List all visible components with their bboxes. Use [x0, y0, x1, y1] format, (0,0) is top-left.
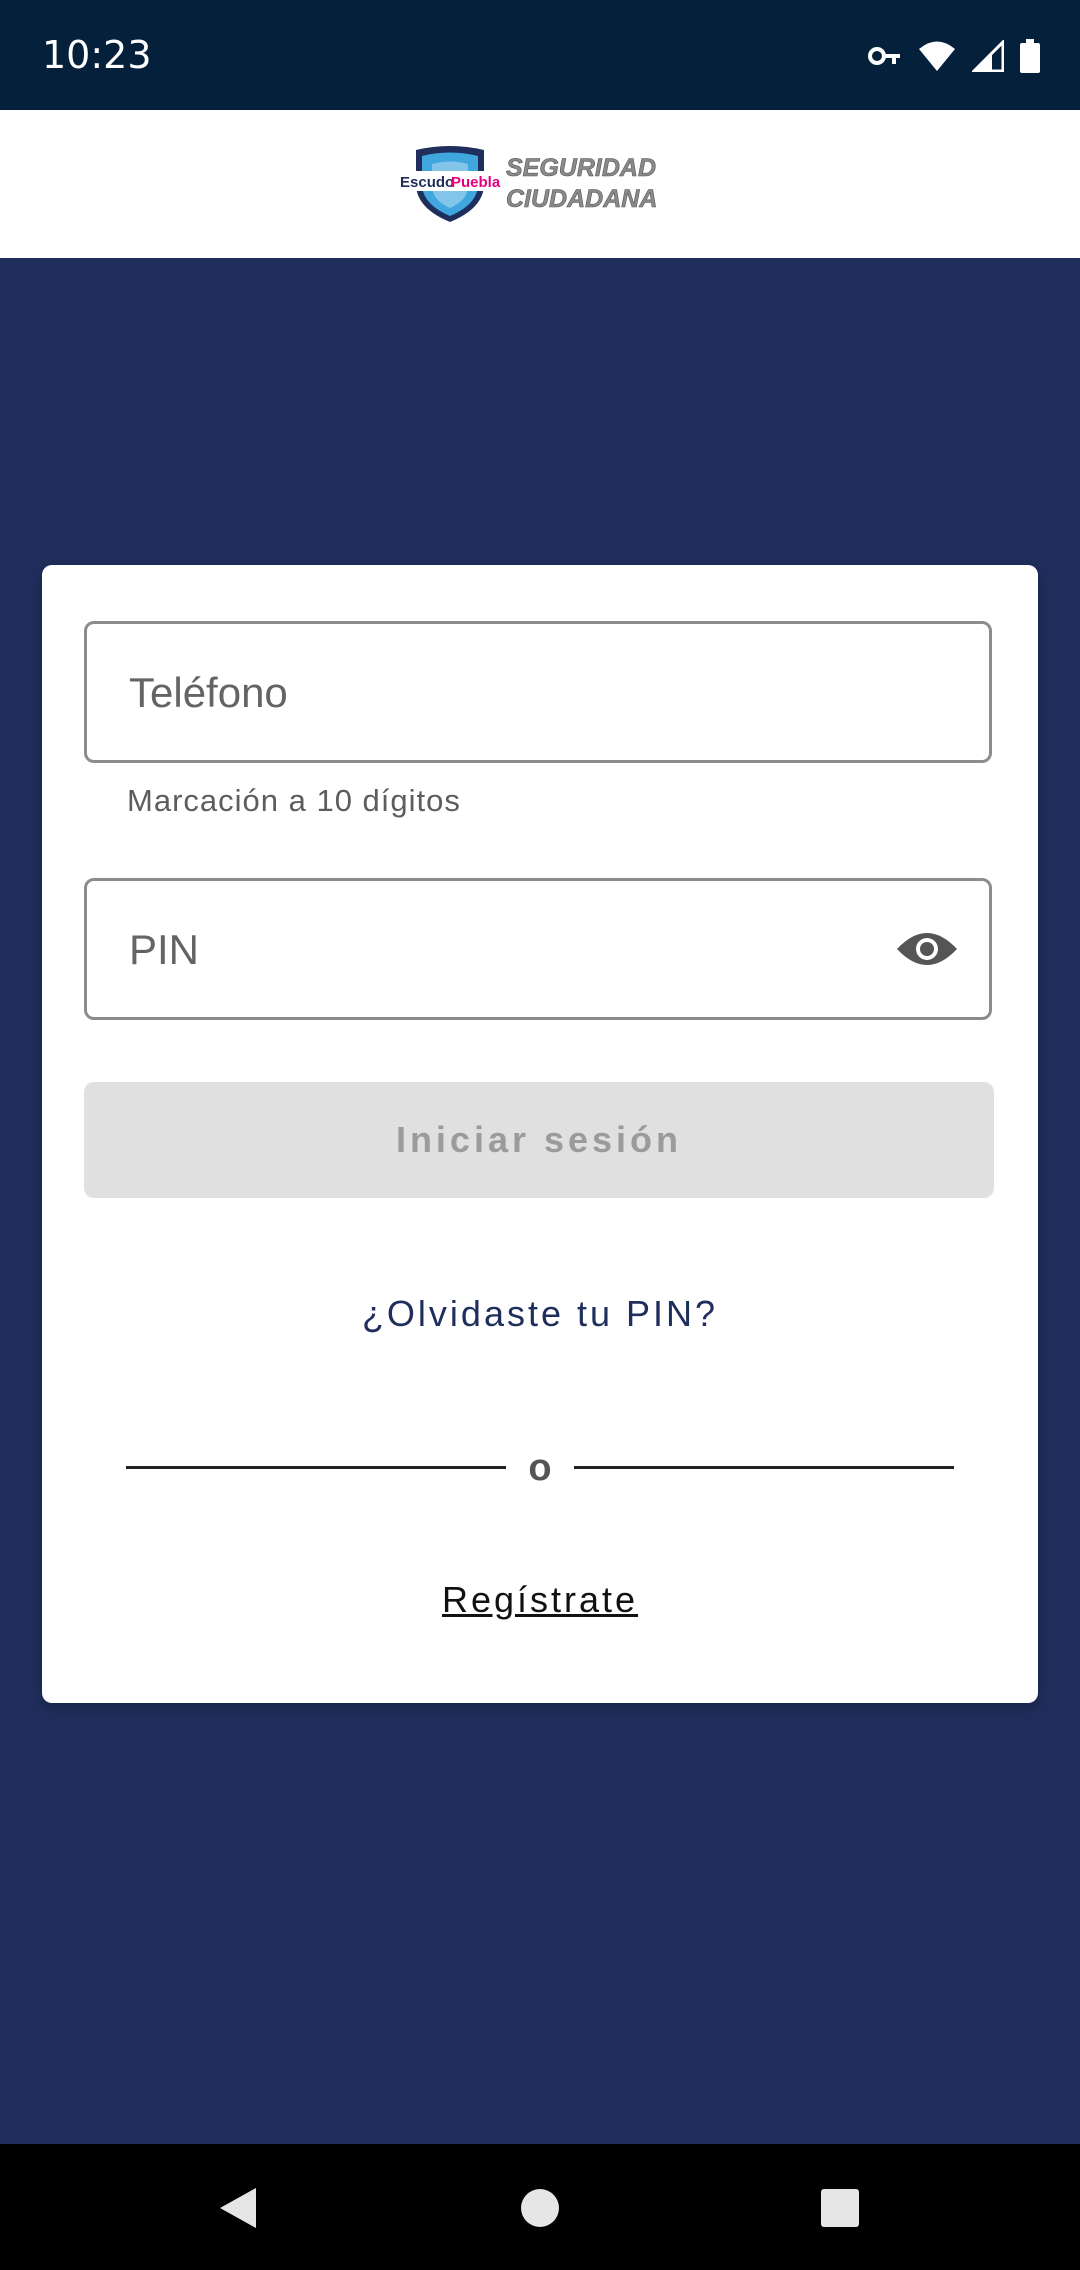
- svg-text:Puebla: Puebla: [451, 174, 501, 191]
- back-icon[interactable]: [216, 2186, 260, 2230]
- app-header: Escudo Puebla SEGURIDAD CIUDADANA: [0, 110, 1080, 258]
- login-button[interactable]: Iniciar sesión: [84, 1082, 994, 1198]
- home-icon[interactable]: [518, 2186, 562, 2230]
- battery-icon: [1020, 39, 1040, 73]
- escudo-puebla-logo: Escudo Puebla SEGURIDAD CIUDADANA: [398, 144, 678, 229]
- forgot-pin-link[interactable]: ¿Olvidaste tu PIN?: [42, 1293, 1038, 1335]
- divider-text: o: [528, 1447, 552, 1489]
- phone-field[interactable]: [84, 621, 992, 763]
- pin-field[interactable]: [84, 878, 992, 1020]
- phone-input[interactable]: [127, 624, 911, 762]
- svg-text:SEGURIDAD: SEGURIDAD: [506, 154, 656, 182]
- key-icon: [868, 45, 902, 67]
- pin-input[interactable]: [127, 881, 911, 1019]
- recents-icon[interactable]: [818, 2186, 862, 2230]
- svg-text:Escudo: Escudo: [400, 174, 454, 191]
- divider-left: [126, 1466, 506, 1469]
- divider-right: [574, 1466, 954, 1469]
- eye-icon[interactable]: [895, 925, 959, 973]
- register-link[interactable]: Regístrate: [42, 1579, 1038, 1621]
- phone-helper-text: Marcación a 10 dígitos: [127, 783, 461, 818]
- navigation-bar: [0, 2144, 1080, 2270]
- status-icons: [868, 34, 1040, 78]
- status-time: 10:23: [42, 33, 152, 77]
- login-card: Marcación a 10 dígitos Iniciar sesión ¿O…: [42, 565, 1038, 1703]
- wifi-icon: [918, 40, 956, 72]
- status-bar: 10:23: [0, 0, 1080, 110]
- signal-icon: [972, 40, 1004, 72]
- svg-text:CIUDADANA: CIUDADANA: [506, 185, 657, 213]
